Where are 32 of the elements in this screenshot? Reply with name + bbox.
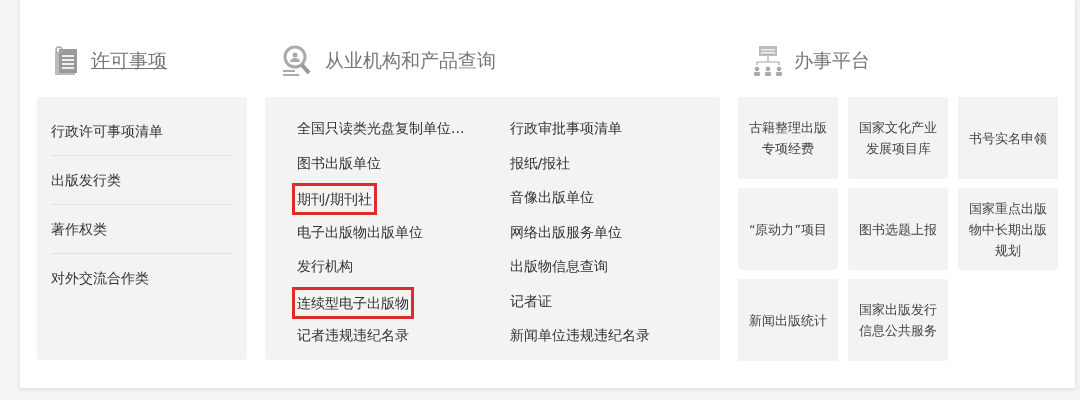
service-tile[interactable]: “原动力”项目 — [738, 188, 838, 270]
query-link[interactable]: 图书出版单位 — [295, 147, 383, 182]
service-tile[interactable]: 国家出版发行信息公共服务 — [848, 279, 948, 361]
service-tile[interactable]: 新闻出版统计 — [738, 279, 838, 361]
query-link[interactable]: 行政审批事项清单 — [507, 113, 624, 148]
service-tile[interactable]: 书号实名申领 — [958, 97, 1058, 179]
category-link[interactable]: 对外交流合作类 — [51, 254, 233, 302]
query-link[interactable]: 全国只读类光盘复制单位... — [295, 113, 467, 148]
service-tile[interactable]: 图书选题上报 — [848, 188, 948, 270]
category-link[interactable]: 行政许可事项清单 — [51, 107, 233, 156]
query-link[interactable]: 记者证 — [507, 285, 554, 320]
section-title[interactable]: 许可事项 — [91, 47, 167, 74]
service-tile[interactable]: 古籍整理出版专项经费 — [738, 97, 838, 179]
query-link[interactable]: 音像出版单位 — [507, 182, 596, 217]
query-link[interactable]: 期刊/期刊社 — [293, 184, 376, 214]
query-link[interactable]: 电子出版物出版单位 — [295, 216, 425, 251]
section-title: 从业机构和产品查询 — [325, 47, 496, 73]
query-link[interactable]: 发行机构 — [295, 251, 355, 286]
query-link[interactable]: 连续型电子出版物 — [293, 287, 413, 318]
query-link[interactable]: 出版物信息查询 — [507, 251, 610, 286]
query-link[interactable]: 记者违规违纪名录 — [295, 320, 411, 355]
query-link[interactable]: 网络出版服务单位 — [507, 216, 624, 251]
document-icon — [53, 45, 79, 76]
service-tile[interactable]: 国家文化产业发展项目库 — [848, 97, 948, 179]
query-link[interactable]: 报纸/报社 — [507, 147, 573, 182]
query-link[interactable]: 新闻单位违规违纪名录 — [507, 320, 652, 355]
category-link[interactable]: 著作权类 — [51, 205, 233, 254]
section-title: 办事平台 — [794, 47, 870, 73]
service-tile[interactable]: 国家重点出版物中长期出版规划 — [958, 188, 1058, 270]
search-icon — [281, 43, 313, 78]
category-link[interactable]: 出版发行类 — [51, 156, 233, 205]
organization-icon — [754, 44, 782, 77]
